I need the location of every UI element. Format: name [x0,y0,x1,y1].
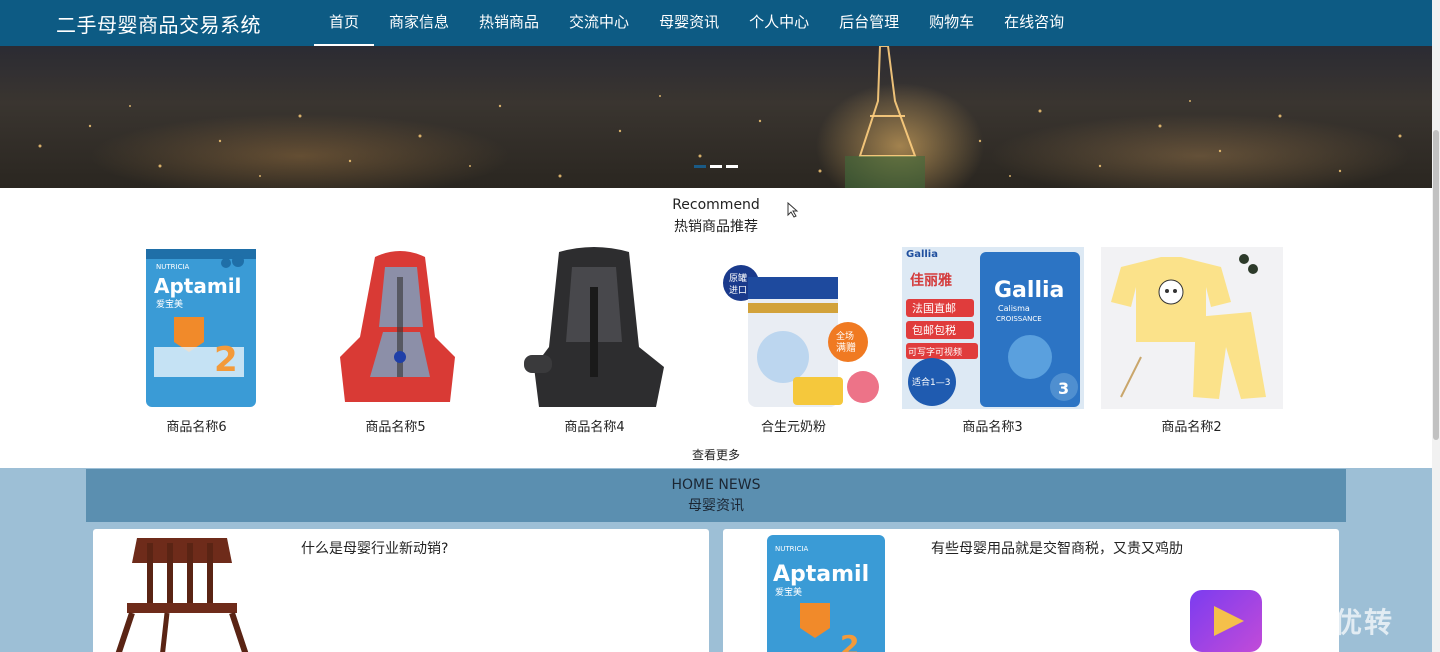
carousel-indicators [694,165,738,168]
carousel-dot-3[interactable] [726,165,738,168]
recommend-section: Recommend 热销商品推荐 NUTRICIA Aptamil 爱宝美 2 … [0,188,1432,468]
news-title-cn: 母婴资讯 [688,498,744,514]
svg-text:包邮包税: 包邮包税 [912,323,956,337]
nav-news[interactable]: 母婴资讯 [644,0,734,46]
svg-text:适合1—3: 适合1—3 [912,376,950,388]
watermark-text: 万兴优转 [1274,606,1395,639]
news-image-milk-can: NUTRICIA Aptamil 爱宝美 2 [765,533,915,652]
product-name[interactable]: 商品名称2 [1161,416,1221,435]
mouse-cursor-icon [787,201,799,222]
svg-text:原罐: 原罐 [729,272,747,284]
product-name[interactable]: 商品名称6 [166,416,226,435]
watermark: 万兴优转 [1190,590,1394,652]
nav-merchant-info[interactable]: 商家信息 [374,0,464,46]
product-image-baby-clothes[interactable] [1100,247,1283,409]
product-name[interactable]: 商品名称3 [962,416,1022,435]
svg-text:2: 2 [840,629,859,652]
product-name[interactable]: 合生元奶粉 [761,416,826,435]
svg-text:3: 3 [1058,379,1069,398]
news-title[interactable]: 什么是母婴行业新动销? [301,538,448,558]
recommend-title-cn: 热销商品推荐 [674,219,758,235]
product-name[interactable]: 商品名称5 [365,416,425,435]
scrollbar-thumb[interactable] [1433,130,1439,440]
product-card[interactable]: 商品名称2 [1092,247,1291,435]
product-card[interactable]: NUTRICIA Aptamil 爱宝美 2 商品名称6 [97,247,296,435]
svg-text:满赠: 满赠 [836,341,856,354]
svg-text:Aptamil: Aptamil [154,274,241,298]
product-image-car-seat-black[interactable] [504,247,686,409]
svg-text:全场: 全场 [836,330,854,342]
product-card[interactable]: 商品名称4 [495,247,694,435]
product-image-car-seat-red[interactable] [305,247,487,409]
view-more-link[interactable]: 查看更多 [0,446,1432,463]
nav-forum[interactable]: 交流中心 [554,0,644,46]
carousel-dot-1[interactable] [694,165,706,168]
svg-text:法国直邮: 法国直邮 [912,301,956,315]
svg-text:Calisma: Calisma [998,304,1030,313]
top-nav-bar: 二手母婴商品交易系统 首页 商家信息 热销商品 交流中心 母婴资讯 个人中心 后… [0,0,1432,46]
product-image-milk-can[interactable]: NUTRICIA Aptamil 爱宝美 2 [106,247,288,409]
site-title[interactable]: 二手母婴商品交易系统 [56,9,261,38]
news-title[interactable]: 有些母婴用品就是交智商税，又贵又鸡肋 [931,538,1183,558]
svg-text:Gallia: Gallia [994,278,1064,303]
nav-online-consult[interactable]: 在线咨询 [989,0,1079,46]
svg-text:NUTRICIA: NUTRICIA [775,545,809,553]
product-image-gallia[interactable]: Gallia 佳丽雅 法国直邮 包邮包税 可写字可视频 适合1—3 Gallia… [901,247,1084,409]
nav-profile[interactable]: 个人中心 [734,0,824,46]
news-card[interactable]: 什么是母婴行业新动销? [93,529,709,652]
watermark-logo-icon [1190,590,1262,652]
product-image-biostime[interactable]: 原罐 进口 全场 满赠 [702,247,885,409]
product-list: NUTRICIA Aptamil 爱宝美 2 商品名称6 商品名称5 商品名称4… [97,247,1291,435]
product-card[interactable]: 商品名称5 [296,247,495,435]
news-image-high-chair [107,533,257,652]
news-section-header: HOME NEWS 母婴资讯 [86,469,1346,522]
product-card[interactable]: Gallia 佳丽雅 法国直邮 包邮包税 可写字可视频 适合1—3 Gallia… [893,247,1092,435]
svg-text:Gallia: Gallia [906,249,938,260]
product-card[interactable]: 原罐 进口 全场 满赠 合生元奶粉 [694,247,893,435]
svg-text:进口: 进口 [729,285,747,296]
product-name[interactable]: 商品名称4 [564,416,624,435]
svg-text:可写字可视频: 可写字可视频 [908,346,962,358]
nav-home[interactable]: 首页 [314,0,375,46]
nav-admin[interactable]: 后台管理 [824,0,914,46]
svg-text:NUTRICIA: NUTRICIA [156,263,190,271]
nav-cart[interactable]: 购物车 [914,0,989,46]
main-nav: 首页 商家信息 热销商品 交流中心 母婴资讯 个人中心 后台管理 购物车 在线咨… [314,0,1079,46]
banner-carousel[interactable] [0,46,1432,188]
svg-text:爱宝美: 爱宝美 [775,586,802,598]
svg-text:Aptamil: Aptamil [773,562,869,587]
svg-text:爱宝美: 爱宝美 [156,298,183,310]
page-scrollbar[interactable] [1432,0,1440,652]
svg-text:CROISSANCE: CROISSANCE [996,315,1042,323]
nav-hot-products[interactable]: 热销商品 [464,0,554,46]
svg-text:佳丽雅: 佳丽雅 [910,272,952,289]
news-title-en: HOME NEWS [671,477,761,493]
recommend-title-en: Recommend [672,197,760,213]
carousel-dot-2[interactable] [710,165,722,168]
svg-text:2: 2 [214,340,238,380]
